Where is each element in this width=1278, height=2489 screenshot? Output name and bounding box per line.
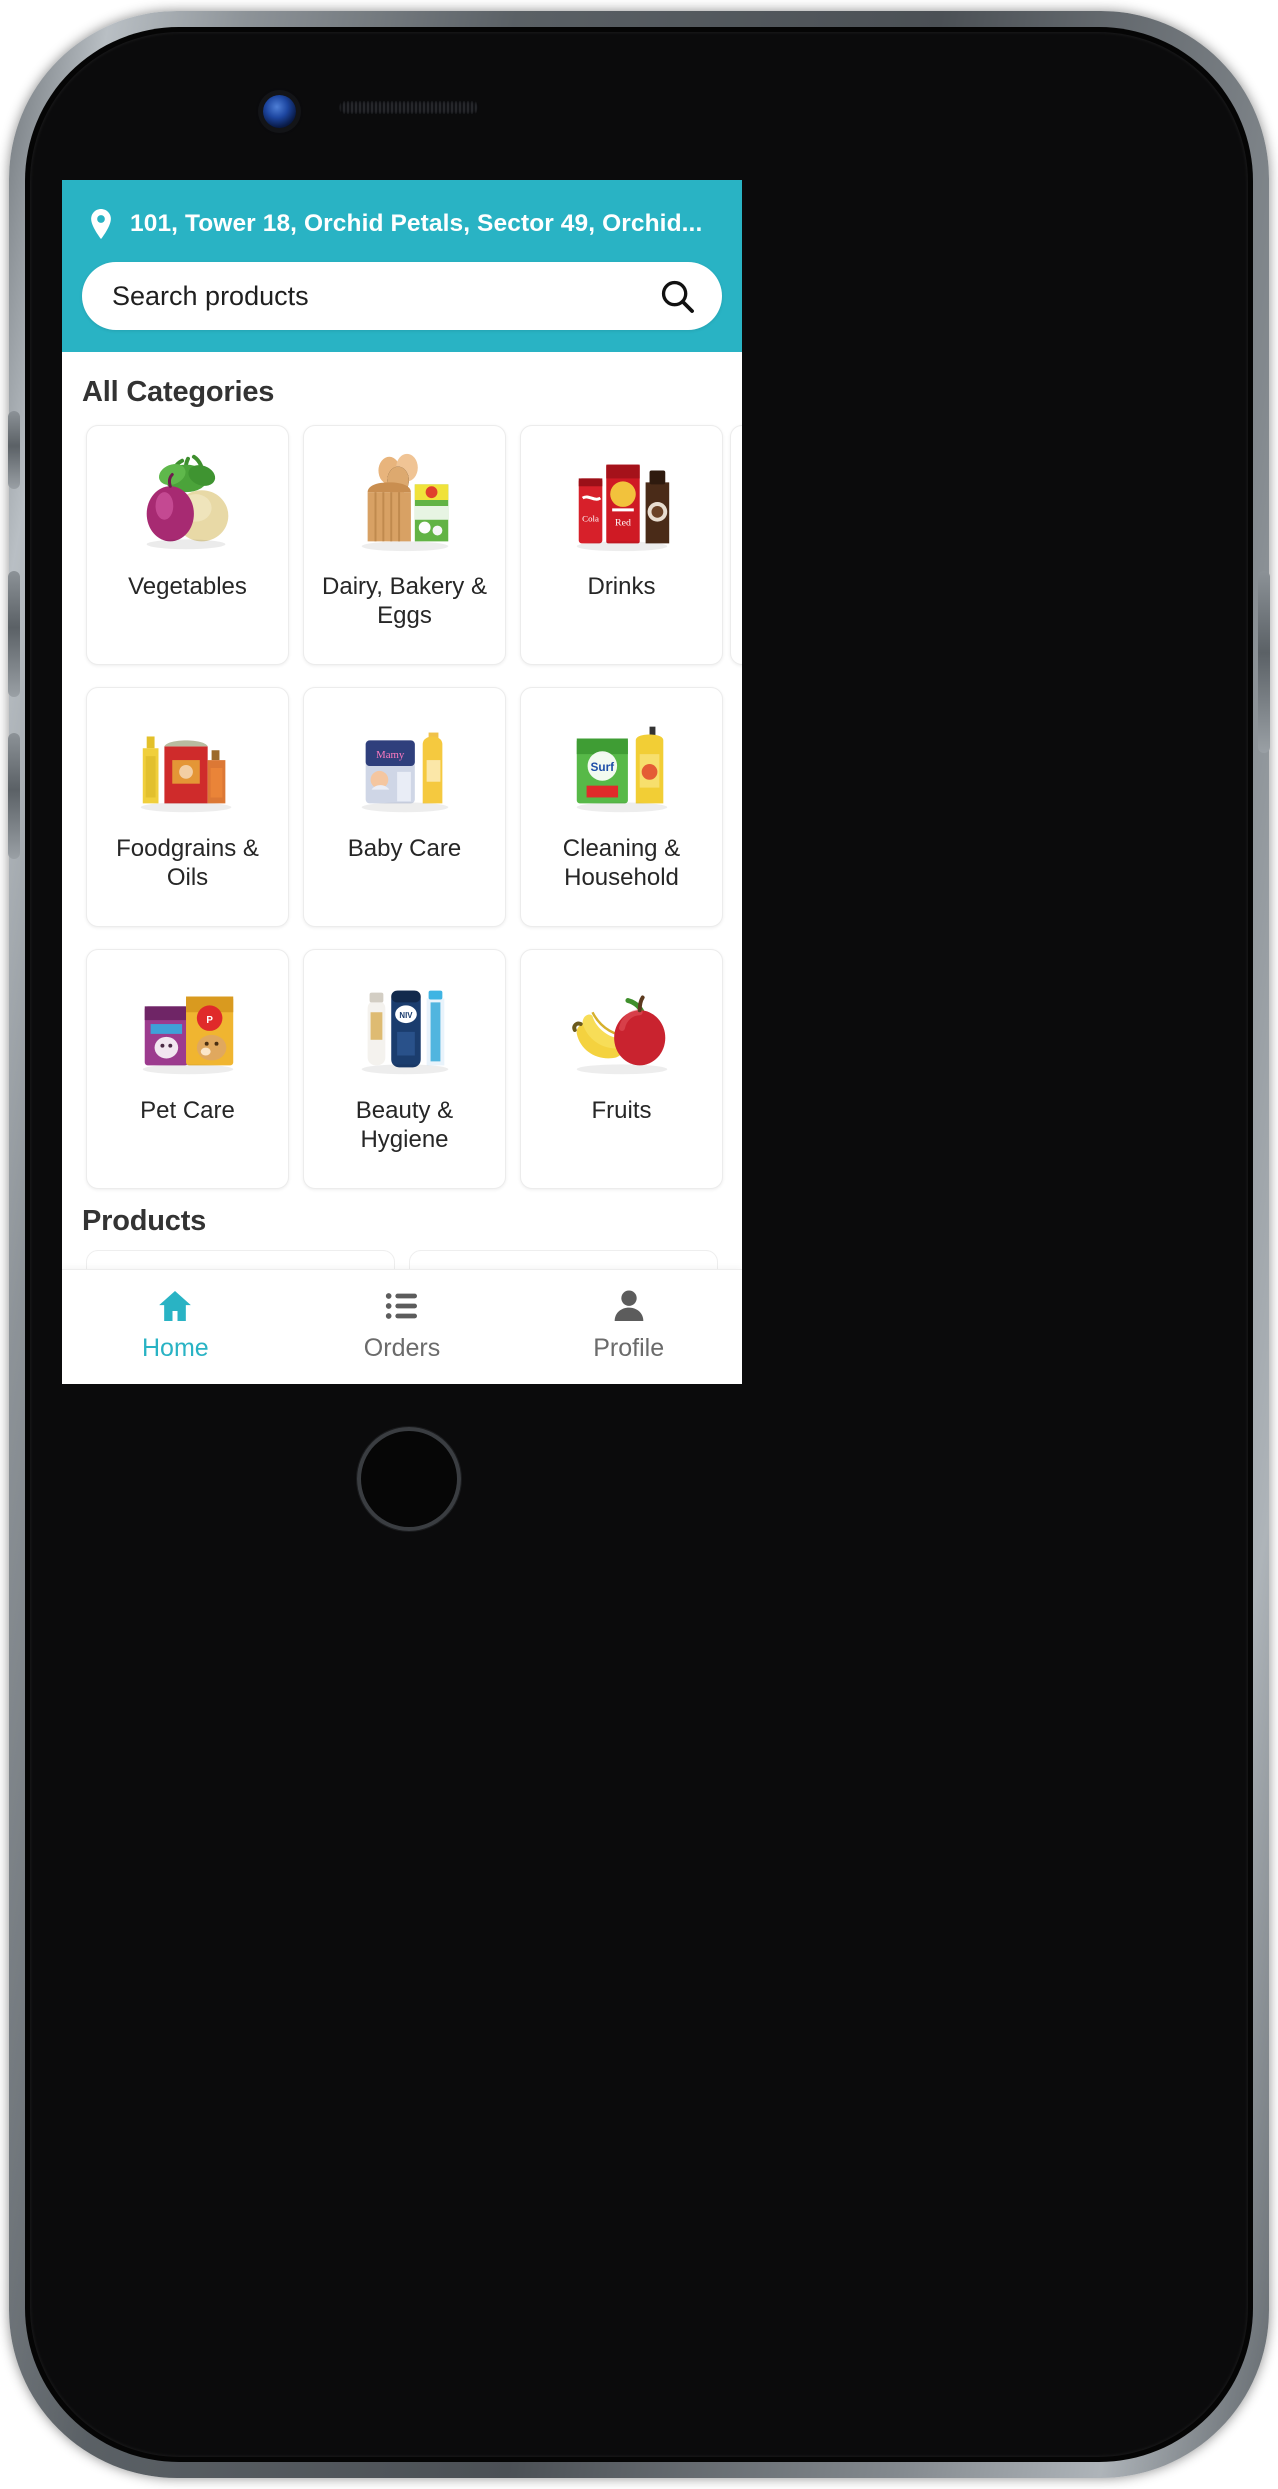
screenshot-stage: 101, Tower 18, Orchid Petals, Sector 49,… bbox=[0, 0, 1278, 2489]
category-card-partial-next[interactable] bbox=[730, 425, 742, 665]
list-icon bbox=[385, 1292, 417, 1319]
svg-text:Surf: Surf bbox=[590, 760, 614, 774]
location-pin-icon bbox=[91, 209, 111, 239]
category-label: Baby Care bbox=[347, 835, 462, 862]
category-card-vegetables[interactable]: Vegetables bbox=[86, 425, 289, 665]
foodgrains-oils-image bbox=[123, 706, 253, 824]
category-card-baby-care[interactable]: Mamy Baby Care bbox=[303, 687, 506, 927]
svg-text:Mamy: Mamy bbox=[376, 749, 405, 761]
volume-up-button[interactable] bbox=[8, 571, 20, 697]
baby-care-image: Mamy bbox=[340, 706, 470, 824]
category-grid: Vegetables Dairy, Bakery & Eggs Cola Red… bbox=[62, 425, 742, 1189]
beauty-hygiene-image: NIV bbox=[340, 968, 470, 1086]
fruits-image bbox=[557, 968, 687, 1086]
cleaning-household-image: Surf bbox=[557, 706, 687, 824]
svg-text:P: P bbox=[206, 1015, 213, 1026]
category-card-dairy-bakery-eggs[interactable]: Dairy, Bakery & Eggs bbox=[303, 425, 506, 665]
nav-label: Home bbox=[141, 1333, 209, 1362]
pet-care-image: P bbox=[123, 968, 253, 1086]
category-label: Beauty & Hygiene bbox=[355, 1097, 454, 1154]
nav-item-profile[interactable]: Profile bbox=[515, 1286, 742, 1363]
drinks-image: Cola Red bbox=[557, 444, 687, 562]
address-bar[interactable]: 101, Tower 18, Orchid Petals, Sector 49,… bbox=[82, 202, 722, 246]
dairy-bakery-eggs-image bbox=[340, 444, 470, 562]
power-button[interactable] bbox=[1258, 571, 1270, 753]
nav-label: Profile bbox=[593, 1333, 665, 1362]
search-icon[interactable] bbox=[658, 277, 696, 315]
category-label: Foodgrains & Oils bbox=[116, 835, 259, 892]
address-text: 101, Tower 18, Orchid Petals, Sector 49,… bbox=[130, 210, 703, 237]
category-card-beauty-hygiene[interactable]: NIV Beauty & Hygiene bbox=[303, 949, 506, 1189]
category-card-drinks[interactable]: Cola Red Drinks bbox=[520, 425, 723, 665]
category-card-cleaning-household[interactable]: Surf Cleaning & Household bbox=[520, 687, 723, 927]
svg-text:Red: Red bbox=[615, 518, 631, 529]
category-label: Pet Care bbox=[140, 1097, 235, 1124]
app-header: 101, Tower 18, Orchid Petals, Sector 49,… bbox=[62, 180, 742, 352]
volume-down-button[interactable] bbox=[8, 733, 20, 859]
svg-text:NIV: NIV bbox=[399, 1011, 413, 1020]
category-label: Cleaning & Household bbox=[562, 835, 681, 892]
search-bar[interactable] bbox=[82, 262, 722, 330]
svg-text:Cola: Cola bbox=[582, 514, 599, 524]
front-camera-icon bbox=[263, 95, 296, 128]
search-input[interactable] bbox=[110, 279, 658, 313]
vegetables-image bbox=[123, 444, 253, 562]
category-label: Vegetables bbox=[128, 573, 247, 600]
all-categories-title: All Categories bbox=[82, 376, 275, 408]
home-icon bbox=[159, 1290, 192, 1321]
category-card-fruits[interactable]: Fruits bbox=[520, 949, 723, 1189]
person-icon bbox=[614, 1290, 644, 1321]
nav-item-orders[interactable]: Orders bbox=[289, 1286, 516, 1363]
earpiece-speaker-icon bbox=[339, 101, 479, 114]
home-button[interactable] bbox=[357, 1427, 461, 1531]
category-label: Fruits bbox=[591, 1097, 652, 1124]
silent-switch-button[interactable] bbox=[8, 411, 20, 489]
category-card-pet-care[interactable]: P Pet Care bbox=[86, 949, 289, 1189]
category-card-foodgrains-oils[interactable]: Foodgrains & Oils bbox=[86, 687, 289, 927]
bottom-navigation: Home Orders Profile bbox=[62, 1269, 742, 1378]
main-content: All Categories Vegetables Dairy, Bakery … bbox=[62, 352, 742, 1378]
nav-item-home[interactable]: Home bbox=[62, 1286, 289, 1363]
category-label: Dairy, Bakery & Eggs bbox=[322, 573, 487, 630]
nav-label: Orders bbox=[363, 1333, 441, 1362]
phone-screen: 101, Tower 18, Orchid Petals, Sector 49,… bbox=[62, 180, 742, 1384]
category-label: Drinks bbox=[587, 573, 656, 600]
products-title: Products bbox=[82, 1205, 207, 1237]
